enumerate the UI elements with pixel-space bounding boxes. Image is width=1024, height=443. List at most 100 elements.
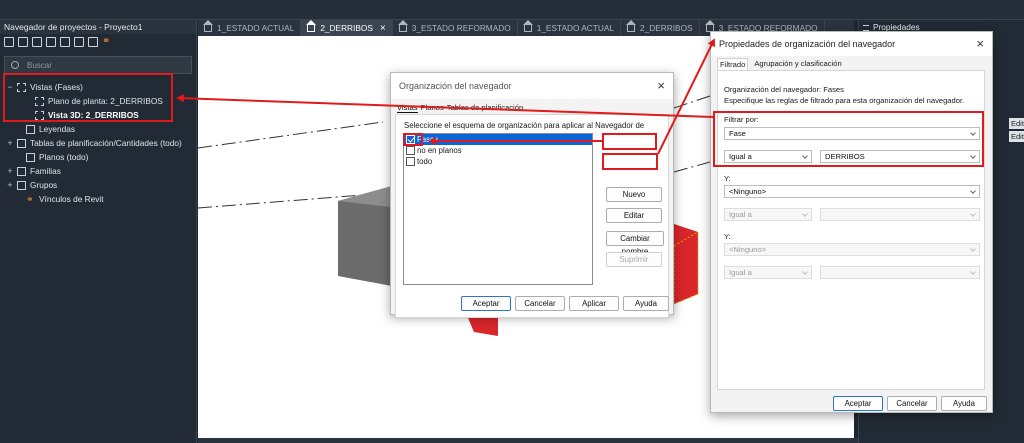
tree-item[interactable]: + Grupos xyxy=(0,178,196,192)
value-3-select[interactable] xyxy=(820,266,980,279)
annotation-box-fases xyxy=(403,133,423,146)
browser-organization-dialog: Organización del navegador × Vistas Plan… xyxy=(390,72,674,318)
browser-search[interactable]: Buscar xyxy=(4,56,192,74)
scheme-list-item[interactable]: todo xyxy=(404,156,592,167)
scheme-list-item[interactable]: no en planos xyxy=(404,145,592,156)
dialog-title-bar: Propiedades de organización del navegado… xyxy=(711,32,992,56)
view-tab[interactable]: 2_DERRIBOS xyxy=(621,19,700,36)
field-3-select[interactable]: <Ninguno> xyxy=(724,243,980,256)
tree-item-label: Leyendas xyxy=(39,124,75,134)
tree-item-label: Familias xyxy=(30,166,61,176)
annotation-box-filter xyxy=(713,111,984,167)
link-icon: ⚭ xyxy=(26,193,34,204)
view-tab-label: 2_DERRIBOS xyxy=(320,23,373,33)
reference-line xyxy=(673,95,711,109)
edit-button[interactable]: Editar xyxy=(1009,131,1024,142)
tree-item[interactable]: ⚭ Vínculos de Revit xyxy=(0,192,196,206)
new-button[interactable]: Nuevo xyxy=(606,187,662,202)
and-label: Y: xyxy=(724,174,731,183)
cancel-button[interactable]: Cancelar xyxy=(515,296,565,311)
edit-type-button[interactable]: Editar xyxy=(1009,118,1024,129)
tree-item-label: Vínculos de Revit xyxy=(39,194,104,204)
field-2-value: <Ninguno> xyxy=(729,187,767,196)
views-icon[interactable] xyxy=(18,37,28,47)
tree-item-label: Tablas de planificación/Cantidades (todo… xyxy=(30,138,182,148)
link-icon[interactable]: ⚭ xyxy=(102,37,112,47)
search-input[interactable]: Buscar xyxy=(27,61,52,70)
schedule-icon xyxy=(17,138,26,148)
tree-item-label: Planos (todo) xyxy=(39,152,89,162)
cancel-button[interactable]: Cancelar xyxy=(887,396,937,411)
tree-item[interactable]: Planos (todo) xyxy=(0,150,196,164)
expand-icon[interactable]: + xyxy=(6,180,14,190)
view-tab[interactable]: 1_ESTADO ACTUAL xyxy=(518,19,622,36)
annotation-box-browser xyxy=(3,73,173,122)
annotation-box-editar xyxy=(602,153,658,170)
organization-name: Organización del navegador: Fases xyxy=(724,85,844,94)
organization-properties-dialog: Propiedades de organización del navegado… xyxy=(710,31,993,413)
close-tab-icon[interactable]: × xyxy=(380,23,386,34)
filter-instruction: Especifique las reglas de filtrado para … xyxy=(724,96,965,105)
tab-filtering[interactable]: Filtrado xyxy=(717,58,749,70)
chevron-down-icon xyxy=(970,246,976,252)
legend-icon xyxy=(26,124,35,134)
expand-icon[interactable]: + xyxy=(6,138,14,148)
chevron-down-icon xyxy=(802,269,808,275)
delete-button[interactable]: Suprimir xyxy=(606,252,662,267)
home-view-icon xyxy=(522,19,533,32)
edit-button[interactable]: Editar xyxy=(606,208,662,223)
checkbox[interactable] xyxy=(406,157,415,166)
groups-icon[interactable] xyxy=(88,37,98,47)
status-strip xyxy=(198,438,858,443)
home-view-icon xyxy=(203,19,213,32)
rename-button[interactable]: Cambiar nombre xyxy=(606,231,664,256)
accept-button[interactable]: Aceptar xyxy=(461,296,511,311)
tree-item-label: Grupos xyxy=(30,180,58,190)
dialog-title-bar: Organización del navegador × xyxy=(391,73,673,99)
tab-sheets[interactable]: Planos xyxy=(421,103,444,113)
accept-button[interactable]: Aceptar xyxy=(833,396,883,411)
filter-tabs: Filtrado Agrupación y clasificación xyxy=(717,58,844,70)
view-tab[interactable]: 2_DERRIBOS × xyxy=(301,19,393,36)
sheet-icon xyxy=(26,152,35,162)
sheet-icon[interactable] xyxy=(60,37,70,47)
expand-icon[interactable]: + xyxy=(6,166,14,176)
tree-item[interactable]: + Familias xyxy=(0,164,196,178)
apply-button[interactable]: Aplicar xyxy=(569,296,619,311)
view-tab-label: 1_ESTADO ACTUAL xyxy=(217,23,295,33)
and-label: Y: xyxy=(724,232,731,241)
close-icon[interactable]: × xyxy=(976,32,984,56)
checkbox[interactable] xyxy=(406,146,415,155)
view-tab-label: 2_DERRIBOS xyxy=(640,23,693,33)
chevron-down-icon xyxy=(970,269,976,275)
tab-views[interactable]: Vistas xyxy=(397,103,418,113)
dialog-title: Propiedades de organización del navegado… xyxy=(719,39,896,49)
floor-plan-icon[interactable] xyxy=(32,37,42,47)
schedule-icon[interactable] xyxy=(46,37,56,47)
tab-grouping[interactable]: Agrupación y clasificación xyxy=(752,58,843,70)
help-button[interactable]: Ayuda xyxy=(623,296,669,311)
chevron-down-icon xyxy=(802,211,808,217)
field-3-value: <Ninguno> xyxy=(729,245,767,254)
groups-icon xyxy=(17,180,26,190)
dialog-title: Organización del navegador xyxy=(399,81,512,91)
chevron-down-icon xyxy=(970,211,976,217)
tab-schedules[interactable]: Tablas de planificación xyxy=(447,103,523,113)
operator-2-select[interactable]: Igual a xyxy=(724,208,812,221)
scheme-list-item[interactable]: Fases xyxy=(404,134,592,145)
org-scheme-list[interactable]: Fases no en planos todo xyxy=(403,133,593,285)
home-icon[interactable] xyxy=(4,37,14,47)
view-tab[interactable]: 1_ESTADO ACTUAL xyxy=(198,19,302,36)
operator-3-value: Igual a xyxy=(729,268,752,277)
tree-item[interactable]: + Tablas de planificación/Cantidades (tod… xyxy=(0,136,196,150)
tree-item[interactable]: Leyendas xyxy=(0,122,196,136)
reference-line xyxy=(673,161,711,173)
families-icon[interactable] xyxy=(74,37,84,47)
help-button[interactable]: Ayuda xyxy=(941,396,987,411)
view-tab[interactable]: 3_ESTADO REFORMADO xyxy=(393,19,518,36)
operator-3-select[interactable]: Igual a xyxy=(724,266,812,279)
value-2-select[interactable] xyxy=(820,208,980,221)
close-icon[interactable]: × xyxy=(657,73,665,99)
field-2-select[interactable]: <Ninguno> xyxy=(724,185,980,198)
view-tab-label: 1_ESTADO ACTUAL xyxy=(536,23,615,33)
